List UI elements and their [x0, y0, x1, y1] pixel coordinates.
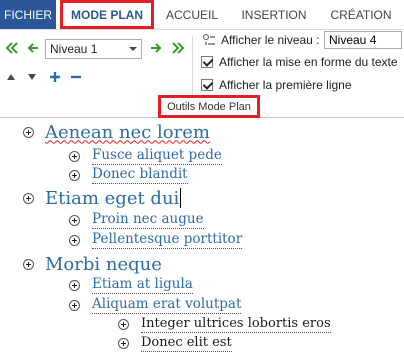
expand-bullet-icon[interactable] [118, 319, 129, 330]
move-down-icon[interactable] [26, 71, 38, 83]
tab-file[interactable]: FICHIER [0, 0, 56, 29]
outlining-tools-group-label: Outils Mode Plan [158, 95, 260, 118]
show-first-line-label: Afficher la première ligne [219, 78, 352, 92]
outline-subheading[interactable]: Proin nec augue [69, 211, 204, 229]
outline-subsubheading[interactable]: Integer ultrices lobortis eros [118, 316, 331, 333]
expand-bullet-icon[interactable] [23, 258, 34, 270]
show-level-select[interactable]: Niveau 4 [324, 31, 402, 49]
expand-bullet-icon[interactable] [69, 150, 80, 162]
outline-subheading[interactable]: Fusce aliquet pede [69, 147, 222, 165]
outline-heading-text: Morbi neque [45, 253, 162, 275]
outline-subheading[interactable]: Aliquam erat volutpat [69, 296, 242, 314]
expand-bullet-icon[interactable] [69, 234, 80, 246]
show-text-formatting-checkbox[interactable] [201, 56, 213, 68]
outline-subheading[interactable]: Etiam at ligula [69, 276, 193, 294]
expand-bullet-icon[interactable] [69, 214, 80, 226]
expand-plus-icon[interactable] [48, 70, 62, 84]
expand-bullet-icon[interactable] [69, 279, 80, 291]
outline-level-select[interactable]: Niveau 1 [45, 39, 142, 59]
outline-subsubheading-text: Integer ultrices lobortis eros [141, 316, 331, 333]
promote-icon[interactable] [25, 40, 41, 56]
demote-to-body-text-icon[interactable] [170, 40, 186, 56]
show-text-formatting-label: Afficher la mise en forme du texte [219, 55, 398, 69]
expand-bullet-icon[interactable] [23, 126, 34, 138]
outline-heading[interactable]: Morbi neque [23, 252, 162, 276]
outline-subheading-text: Aliquam erat volutpat [92, 296, 242, 314]
outline-heading-text: Aenean nec lorem [45, 121, 210, 143]
tab-home[interactable]: ACCUEIL [160, 0, 224, 29]
tab-design[interactable]: CRÉATION [322, 0, 400, 29]
ribbon-outlining-tools: Niveau 1 Afficher le niveau : Niveau 4 A… [0, 29, 404, 118]
outline-subheading[interactable]: Pellentesque porttitor [69, 231, 243, 249]
chevron-down-icon [129, 47, 137, 51]
outline-subheading-text: Fusce aliquet pede [92, 147, 222, 165]
tab-insert[interactable]: INSERTION [234, 0, 314, 29]
outline-subheading-text: Pellentesque porttitor [92, 231, 243, 249]
outline-subsubheading-text: Donec elit est [141, 335, 232, 352]
show-level-label: Afficher le niveau : [221, 33, 320, 47]
expand-bullet-icon[interactable] [118, 338, 129, 349]
outline-subheading-text: Donec blandit [92, 166, 188, 184]
show-first-line-checkbox[interactable] [201, 79, 213, 91]
tab-outline-view[interactable]: MODE PLAN [60, 0, 154, 29]
document-outline: Aenean nec lorem Fusce aliquet pede Done… [0, 118, 404, 362]
ribbon-tab-bar: FICHIER MODE PLAN ACCUEIL INSERTION CRÉA… [0, 0, 404, 29]
outline-level-value: Niveau 1 [50, 42, 98, 56]
outline-heading-text: Etiam eget dui [45, 187, 180, 209]
expand-bullet-icon[interactable] [69, 169, 80, 181]
outline-heading[interactable]: Aenean nec lorem [23, 120, 210, 144]
collapse-minus-icon[interactable] [69, 70, 83, 84]
show-level-value: Niveau 4 [329, 33, 377, 47]
outline-heading[interactable]: Etiam eget dui [23, 186, 182, 210]
text-cursor [180, 188, 182, 208]
show-text-formatting-row[interactable]: Afficher la mise en forme du texte [201, 53, 398, 71]
promote-to-heading1-icon[interactable] [4, 40, 20, 56]
show-level-row: Afficher le niveau : [201, 31, 320, 49]
outline-subheading-text: Etiam at ligula [92, 276, 193, 294]
expand-bullet-icon[interactable] [23, 192, 34, 204]
move-up-icon[interactable] [5, 71, 17, 83]
show-first-line-row[interactable]: Afficher la première ligne [201, 76, 352, 94]
outline-subheading[interactable]: Donec blandit [69, 166, 188, 184]
expand-bullet-icon[interactable] [69, 299, 80, 311]
show-level-icon [201, 32, 217, 48]
demote-icon[interactable] [148, 40, 164, 56]
outline-subheading-text: Proin nec augue [92, 211, 204, 229]
outline-subsubheading[interactable]: Donec elit est [118, 335, 232, 352]
